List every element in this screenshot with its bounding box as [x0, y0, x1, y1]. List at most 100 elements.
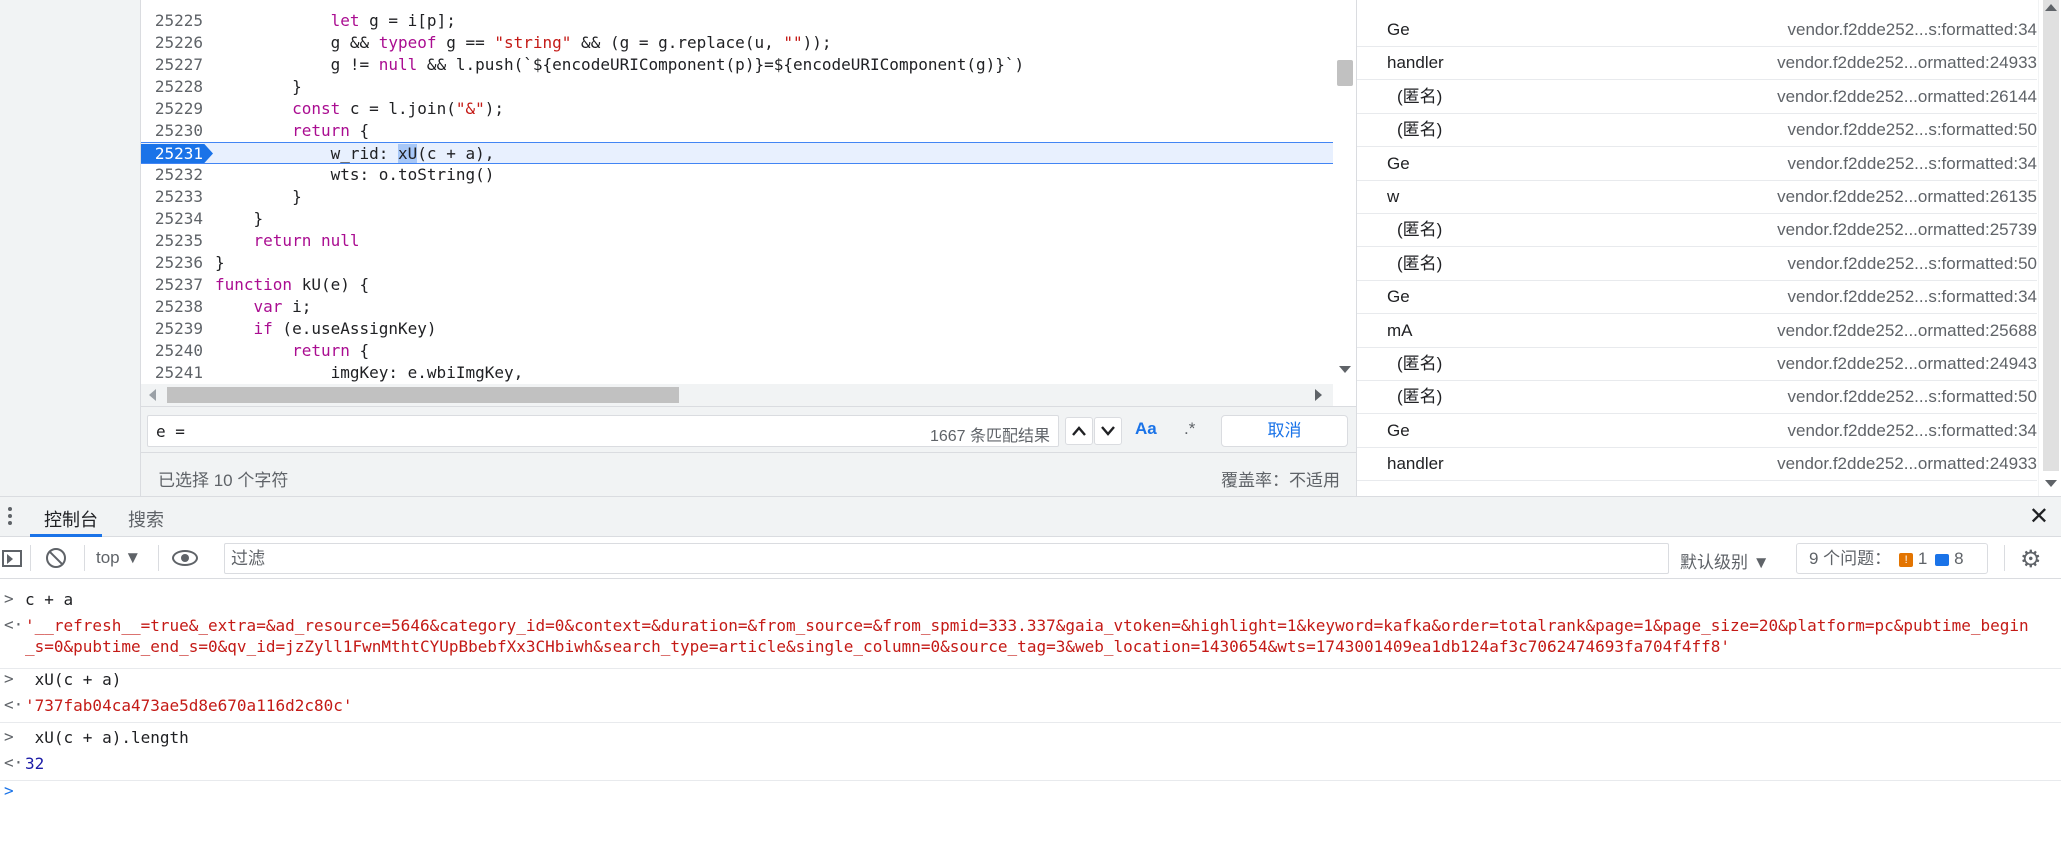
code-line[interactable]: 25240 return { — [141, 340, 1333, 362]
call-frame[interactable]: (匿名) vendor.f2dde252...ormatted:25739 — [1357, 214, 2037, 248]
call-frame[interactable]: (匿名) vendor.f2dde252...s:formatted:50 — [1357, 248, 2037, 281]
scroll-down-arrow-icon[interactable] — [2045, 480, 2057, 487]
code-line[interactable]: 25239 if (e.useAssignKey) — [141, 318, 1333, 340]
line-number[interactable]: 25232 — [141, 164, 203, 186]
code-token: g && — [215, 33, 379, 52]
call-frame[interactable]: Ge vendor.f2dde252...s:formatted:34 — [1357, 14, 2037, 47]
line-number[interactable]: 25237 — [141, 274, 203, 296]
scroll-right-arrow-icon[interactable] — [1315, 389, 1322, 401]
line-number[interactable]: 25241 — [141, 362, 203, 384]
code-line[interactable]: 25226 g && typeof g == "string" && (g = … — [141, 32, 1333, 54]
line-number[interactable]: 25235 — [141, 230, 203, 252]
line-number[interactable]: 25230 — [141, 120, 203, 142]
line-number[interactable]: 25240 — [141, 340, 203, 362]
frame-location-link[interactable]: vendor.f2dde252...s:formatted:50 — [1787, 248, 2037, 280]
call-frame[interactable]: (匿名) vendor.f2dde252...s:formatted:50 — [1357, 114, 2037, 148]
gear-icon[interactable]: ⚙ — [2020, 545, 2042, 574]
console-output[interactable]: > c + a <· '__refresh__=true&_extra=&ad_res… — [0, 579, 2061, 859]
cancel-button[interactable]: 取消 — [1221, 415, 1348, 447]
code-line[interactable]: 25237 function kU(e) { — [141, 274, 1333, 296]
call-frame[interactable]: handler vendor.f2dde252...ormatted:24933 — [1357, 448, 2037, 482]
code-line[interactable]: 25228 } — [141, 76, 1333, 98]
code-line[interactable]: 25229 const c = l.join("&"); — [141, 98, 1333, 120]
line-number[interactable]: 25229 — [141, 98, 203, 120]
call-frame[interactable]: (匿名) vendor.f2dde252...s:formatted:50 — [1357, 381, 2037, 415]
frame-location-link[interactable]: vendor.f2dde252...ormatted:25739 — [1777, 214, 2037, 246]
issues-button[interactable]: 9 个问题：! 1 8 — [1796, 543, 1988, 574]
frame-location-link[interactable]: vendor.f2dde252...ormatted:26144 — [1777, 81, 2037, 113]
context-selector[interactable]: top ▼ — [96, 548, 141, 568]
filter-input[interactable]: 过滤 — [224, 543, 1669, 574]
code-line[interactable]: 25233 } — [141, 186, 1333, 208]
code-editor[interactable]: 25225 let g = i[p]; 25226 g && typeof g =… — [141, 0, 1356, 406]
call-frame[interactable]: mA vendor.f2dde252...ormatted:25688 — [1357, 315, 2037, 348]
console-prompt[interactable]: > — [0, 781, 2061, 803]
line-number[interactable]: 25233 — [141, 186, 203, 208]
scrollbar-thumb[interactable] — [2043, 0, 2059, 471]
call-frame[interactable]: (匿名) vendor.f2dde252...ormatted:24943 — [1357, 348, 2037, 381]
line-number[interactable]: 25225 — [141, 10, 203, 32]
code-line[interactable]: 25232 wts: o.toString() — [141, 164, 1333, 186]
line-number[interactable]: 25236 — [141, 252, 203, 274]
live-expression-eye-icon[interactable] — [172, 550, 198, 566]
line-number[interactable]: 25231 — [141, 144, 203, 163]
frame-location-link[interactable]: vendor.f2dde252...s:formatted:50 — [1787, 114, 2037, 146]
code-line[interactable]: 25241 imgKey: e.wbiImgKey, — [141, 362, 1333, 384]
call-stack-scrollbar[interactable] — [2038, 0, 2061, 496]
frame-location-link[interactable]: vendor.f2dde252...ormatted:24943 — [1777, 348, 2037, 380]
scroll-left-arrow-icon[interactable] — [149, 389, 156, 401]
breakpoint-marker[interactable]: 25231 — [141, 144, 213, 163]
scroll-up-arrow-icon[interactable] — [2045, 4, 2057, 11]
line-number[interactable]: 25239 — [141, 318, 203, 340]
previous-match-button[interactable] — [1065, 417, 1093, 445]
frame-location-link[interactable]: vendor.f2dde252...s:formatted:34 — [1787, 281, 2037, 313]
code-line[interactable]: 25235 return null — [141, 230, 1333, 252]
line-number[interactable]: 25227 — [141, 54, 203, 76]
frame-location-link[interactable]: vendor.f2dde252...s:formatted:34 — [1787, 415, 2037, 447]
code-token: } — [215, 209, 264, 228]
log-level-selector[interactable]: 默认级别 ▼ — [1680, 548, 1770, 573]
tab-console[interactable]: 控制台 — [44, 506, 98, 532]
match-case-button[interactable]: Aa — [1135, 419, 1157, 439]
frame-location-link[interactable]: vendor.f2dde252...ormatted:24933 — [1777, 47, 2037, 79]
line-number[interactable]: 25234 — [141, 208, 203, 230]
scrollbar-thumb[interactable] — [167, 387, 679, 403]
frame-location-link[interactable]: vendor.f2dde252...s:formatted:50 — [1787, 381, 2037, 413]
code-line[interactable]: 25225 let g = i[p]; — [141, 10, 1333, 32]
line-number[interactable]: 25226 — [141, 32, 203, 54]
search-input[interactable]: e = 1667 条匹配结果 — [147, 415, 1059, 447]
tab-search[interactable]: 搜索 — [128, 506, 164, 532]
call-frame[interactable]: Ge vendor.f2dde252...s:formatted:34 — [1357, 148, 2037, 181]
code-line[interactable]: 25238 var i; — [141, 296, 1333, 318]
editor-vertical-scrollbar[interactable] — [1333, 0, 1356, 384]
sidebar-toggle-icon[interactable] — [2, 550, 22, 567]
scroll-down-arrow-icon[interactable] — [1339, 366, 1351, 373]
frame-location-link[interactable]: vendor.f2dde252...ormatted:26135 — [1777, 181, 2037, 213]
call-frame[interactable]: w vendor.f2dde252...ormatted:26135 — [1357, 181, 2037, 214]
clear-console-icon[interactable] — [46, 548, 66, 568]
more-tools-icon[interactable] — [8, 507, 14, 528]
code-line[interactable]: 25236} — [141, 252, 1333, 274]
next-match-button[interactable] — [1094, 417, 1122, 445]
call-frame[interactable]: Ge vendor.f2dde252...s:formatted:34 — [1357, 281, 2037, 315]
close-icon[interactable]: ✕ — [2029, 502, 2049, 531]
code-line[interactable]: 25230 return { — [141, 120, 1333, 142]
current-execution-line[interactable]: 25231 w_rid: xU(c + a), — [141, 142, 1333, 164]
scrollbar-thumb[interactable] — [1337, 60, 1353, 86]
call-frame[interactable]: (匿名) vendor.f2dde252...ormatted:26144 — [1357, 81, 2037, 114]
regex-button[interactable]: .* — [1184, 419, 1195, 439]
line-number[interactable]: 25228 — [141, 76, 203, 98]
code-line[interactable]: 25234 } — [141, 208, 1333, 230]
editor-horizontal-scrollbar[interactable] — [141, 384, 1333, 406]
frame-location-link[interactable]: vendor.f2dde252...s:formatted:34 — [1787, 148, 2037, 180]
code-line[interactable]: 25227 g != null && l.push(`${encodeURICo… — [141, 54, 1333, 76]
line-number[interactable]: 25238 — [141, 296, 203, 318]
call-frame[interactable]: Ge vendor.f2dde252...s:formatted:34 — [1357, 415, 2037, 448]
call-frame[interactable]: handler vendor.f2dde252...ormatted:24933 — [1357, 47, 2037, 81]
frame-location-link[interactable]: vendor.f2dde252...ormatted:24933 — [1777, 448, 2037, 480]
result-arrow-icon: <· — [4, 695, 24, 714]
frame-location-link[interactable]: vendor.f2dde252...ormatted:25688 — [1777, 315, 2037, 347]
frame-location-link[interactable]: vendor.f2dde252...s:formatted:34 — [1787, 14, 2037, 46]
